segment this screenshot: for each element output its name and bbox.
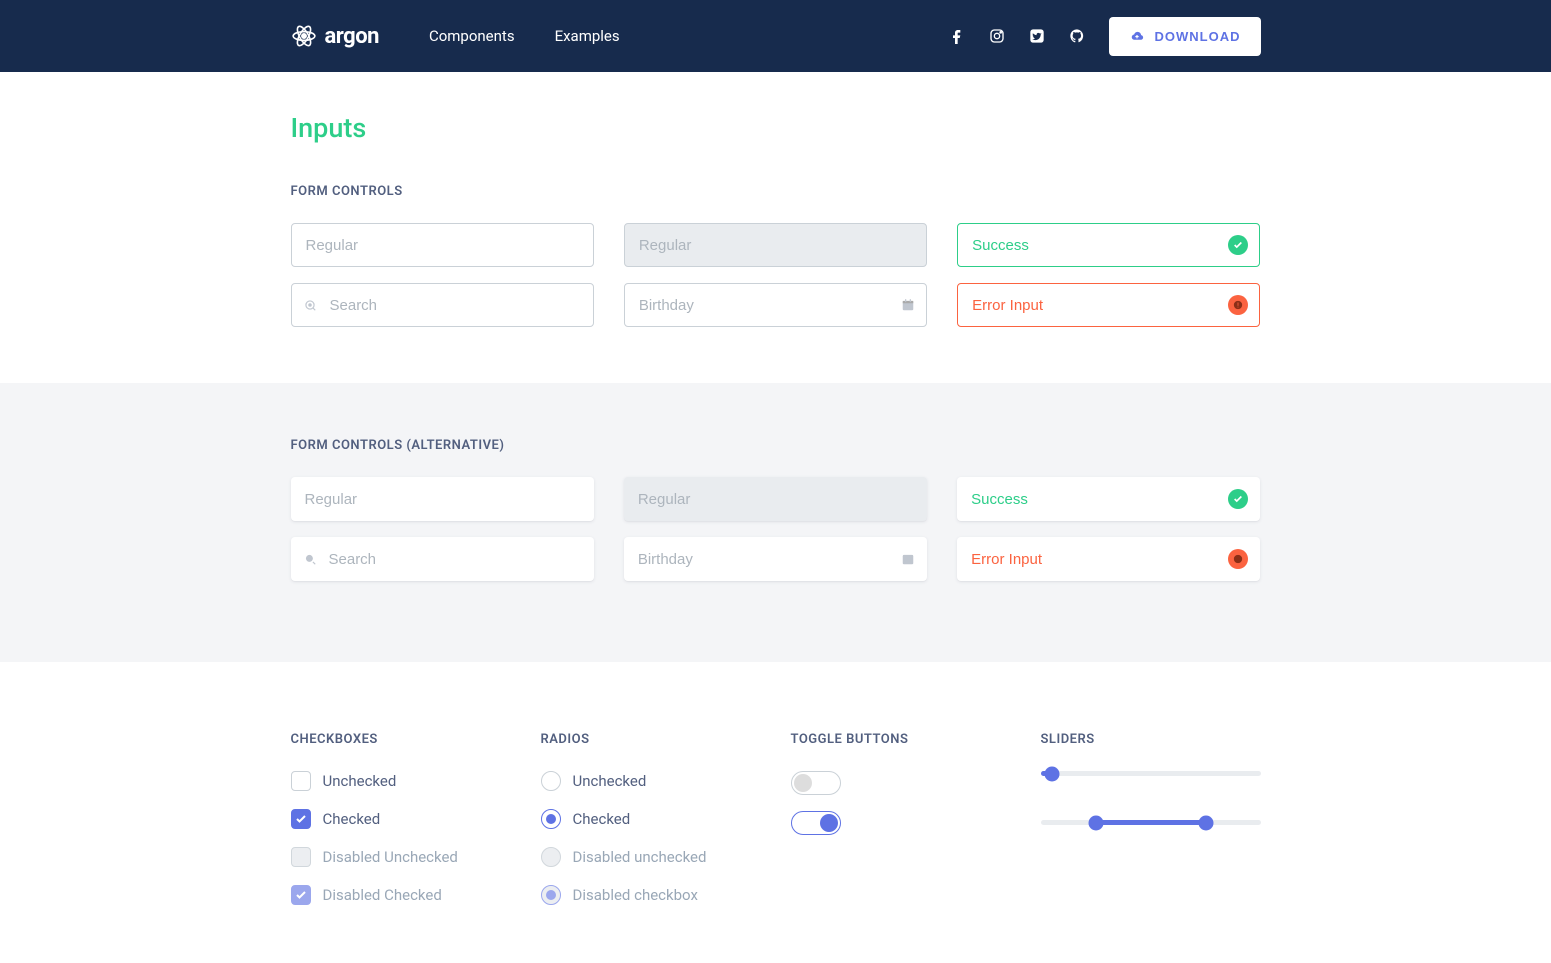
calendar-icon[interactable] (901, 298, 915, 312)
github-icon[interactable] (1069, 28, 1085, 44)
checkbox-box (291, 885, 311, 905)
toggles-col: TOGGLE BUTTONS (791, 732, 1011, 923)
section-form-controls-alt: FORM CONTROLS (ALTERNATIVE) (0, 383, 1551, 662)
heading-checkboxes: CHECKBOXES (291, 732, 511, 747)
atom-icon (291, 23, 317, 49)
twitter-icon[interactable] (1029, 28, 1045, 44)
radio-label: Checked (573, 810, 631, 828)
slider-handle-low[interactable] (1088, 815, 1103, 830)
radio-disabled-unchecked: Disabled unchecked (541, 847, 761, 867)
checkbox-box (291, 771, 311, 791)
nav-components[interactable]: Components (429, 27, 515, 45)
warning-icon (1228, 295, 1248, 315)
radio-label: Disabled checkbox (573, 886, 698, 904)
checkbox-disabled-checked: Disabled Checked (291, 885, 511, 905)
facebook-icon[interactable] (949, 28, 965, 44)
cloud-download-icon (1129, 29, 1145, 43)
input-regular-alt[interactable] (291, 477, 594, 521)
toggle-on[interactable] (791, 811, 841, 835)
nav-examples[interactable]: Examples (555, 27, 620, 45)
nav-links: Components Examples (429, 27, 620, 45)
checkbox-disabled-unchecked: Disabled Unchecked (291, 847, 511, 867)
input-birthday-alt[interactable] (624, 537, 927, 581)
brand-name: argon (325, 24, 379, 49)
input-success[interactable] (957, 223, 1260, 267)
radio-circle (541, 847, 561, 867)
input-success-alt[interactable] (957, 477, 1260, 521)
calendar-icon[interactable] (901, 552, 915, 566)
input-birthday[interactable] (624, 283, 927, 327)
radio-label: Unchecked (573, 772, 647, 790)
check-icon (1228, 235, 1248, 255)
checkbox-box (291, 809, 311, 829)
navbar: argon Components Examples DOWNLOAD (0, 0, 1551, 72)
search-icon (303, 552, 317, 566)
section-controls: CHECKBOXES Unchecked Checked Disabled Un… (0, 662, 1551, 963)
radio-circle (541, 885, 561, 905)
checkbox-unchecked[interactable]: Unchecked (291, 771, 511, 791)
download-label: DOWNLOAD (1155, 29, 1241, 44)
search-icon (303, 298, 317, 312)
input-search-alt[interactable] (291, 537, 594, 581)
heading-form-controls-alt: FORM CONTROLS (ALTERNATIVE) (291, 438, 1261, 453)
input-regular-disabled (624, 223, 927, 267)
radio-circle (541, 771, 561, 791)
input-error[interactable] (957, 283, 1260, 327)
download-button[interactable]: DOWNLOAD (1109, 17, 1261, 56)
radio-label: Disabled unchecked (573, 848, 707, 866)
input-regular[interactable] (291, 223, 594, 267)
heading-sliders: SLIDERS (1041, 732, 1261, 747)
input-regular-disabled-alt (624, 477, 927, 521)
heading-toggles: TOGGLE BUTTONS (791, 732, 1011, 747)
instagram-icon[interactable] (989, 28, 1005, 44)
radio-unchecked[interactable]: Unchecked (541, 771, 761, 791)
checkbox-label: Unchecked (323, 772, 397, 790)
radio-disabled-checked: Disabled checkbox (541, 885, 761, 905)
warning-icon (1228, 549, 1248, 569)
slider-handle[interactable] (1044, 766, 1059, 781)
sliders-col: SLIDERS (1041, 732, 1261, 923)
brand-logo[interactable]: argon (291, 23, 379, 49)
toggle-off[interactable] (791, 771, 841, 795)
checkbox-label: Disabled Unchecked (323, 848, 458, 866)
radio-checked[interactable]: Checked (541, 809, 761, 829)
slider-single[interactable] (1041, 771, 1261, 776)
input-error-alt[interactable] (957, 537, 1260, 581)
page-title: Inputs (291, 112, 1261, 144)
input-search[interactable] (291, 283, 594, 327)
checkboxes-col: CHECKBOXES Unchecked Checked Disabled Un… (291, 732, 511, 923)
slider-handle-high[interactable] (1198, 815, 1213, 830)
section-form-controls: Inputs FORM CONTROLS (0, 72, 1551, 383)
checkbox-box (291, 847, 311, 867)
heading-radios: RADIOS (541, 732, 761, 747)
checkbox-checked[interactable]: Checked (291, 809, 511, 829)
radios-col: RADIOS Unchecked Checked Disabled unchec… (541, 732, 761, 923)
checkbox-label: Checked (323, 810, 381, 828)
slider-range[interactable] (1041, 820, 1261, 825)
checkbox-label: Disabled Checked (323, 886, 442, 904)
radio-circle (541, 809, 561, 829)
nav-right: DOWNLOAD (949, 17, 1261, 56)
nav-left: argon Components Examples (291, 23, 620, 49)
check-icon (1228, 489, 1248, 509)
heading-form-controls: FORM CONTROLS (291, 184, 1261, 199)
